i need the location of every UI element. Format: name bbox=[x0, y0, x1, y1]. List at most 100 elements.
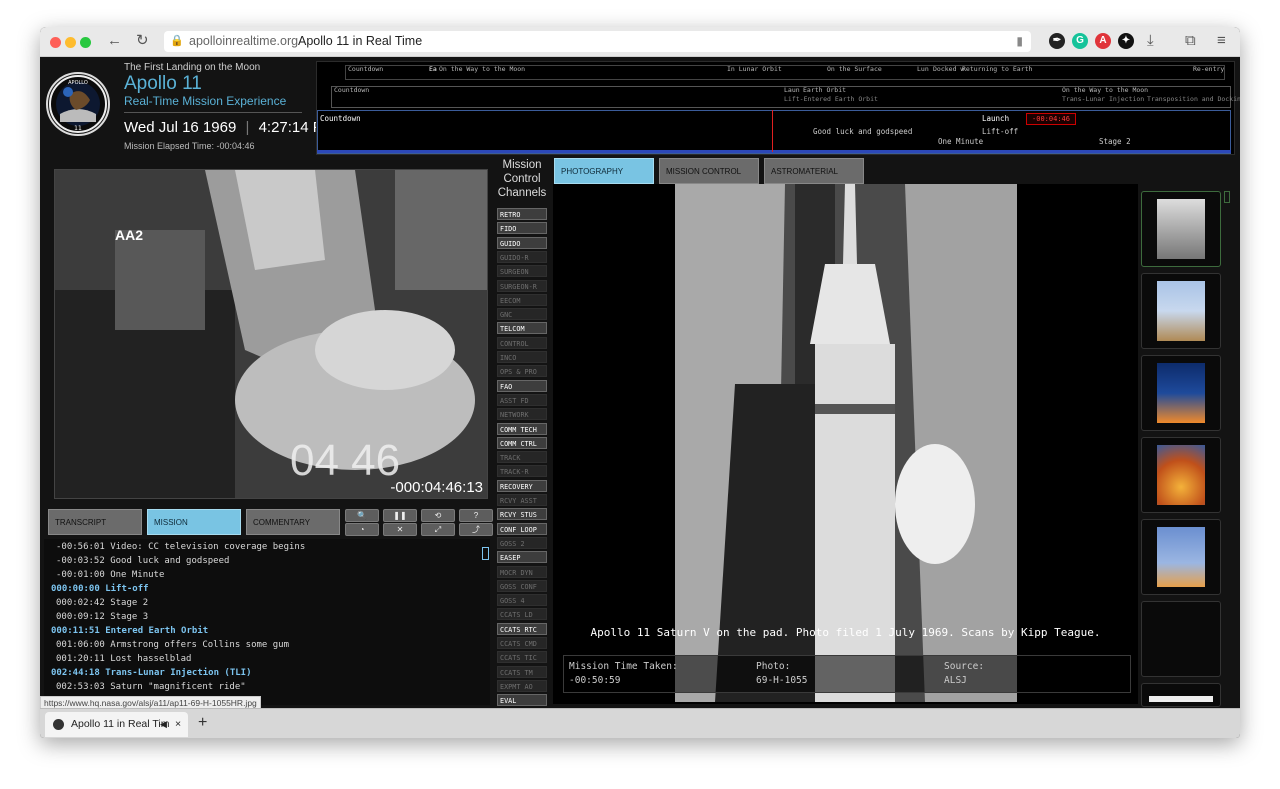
thumbnail-scrollbar[interactable] bbox=[1224, 191, 1230, 203]
channel-ccats-cmd[interactable]: CCATS CMD bbox=[497, 637, 547, 649]
tab-mission-control-audio[interactable]: MISSION CONTROL AUDIO bbox=[659, 158, 759, 202]
browser-tab[interactable]: Apollo 11 in Real Tim ◀ × bbox=[45, 712, 188, 737]
close-tab-icon[interactable]: × bbox=[175, 712, 181, 737]
channel-ops-pro[interactable]: OPS & PRO bbox=[497, 365, 547, 378]
channel-ccats-rtc[interactable]: CCATS RTC bbox=[497, 622, 547, 635]
channel-network[interactable]: NETWORK bbox=[497, 408, 547, 421]
channel-control[interactable]: CONTROL bbox=[497, 336, 547, 349]
event-label[interactable]: Stage 2 bbox=[1099, 137, 1131, 146]
event-label[interactable]: Lift-off bbox=[982, 127, 1018, 136]
back-icon[interactable]: ← bbox=[107, 32, 122, 50]
adblock-icon[interactable]: A bbox=[1095, 33, 1111, 49]
channel-gnc[interactable]: GNC bbox=[497, 308, 547, 321]
channel-fao[interactable]: FAO bbox=[497, 379, 547, 392]
channel-retro[interactable]: RETRO bbox=[497, 208, 547, 220]
download-icon[interactable]: ⤓ bbox=[1147, 32, 1154, 50]
event-item[interactable]: -00:03:52 Good luck and godspeed bbox=[56, 556, 229, 566]
tab-transcript[interactable]: TRANSCRIPT bbox=[48, 509, 142, 535]
channel-ccats-tic[interactable]: CCATS TIC bbox=[497, 651, 547, 664]
channel-surgeon[interactable]: SURGEON bbox=[497, 265, 547, 278]
grammarly-icon[interactable]: G bbox=[1072, 33, 1088, 49]
timeline-detail-row[interactable] bbox=[317, 110, 1231, 154]
channel-expmt-ao[interactable]: EXPMT AO bbox=[497, 679, 547, 692]
channel-mocr-dyn[interactable]: MOCR DYN bbox=[497, 565, 547, 578]
new-tab-icon[interactable]: + bbox=[198, 714, 207, 732]
channel-surgeon-r[interactable]: SURGEON-R bbox=[497, 279, 547, 292]
zoom-window-button[interactable] bbox=[80, 37, 91, 48]
mute-icon[interactable]: ✕ bbox=[383, 523, 417, 536]
minimize-window-button[interactable] bbox=[65, 37, 76, 48]
event-item[interactable]: -00:56:01 Video: CC television coverage … bbox=[56, 542, 305, 552]
channel-eval[interactable]: EVAL bbox=[497, 694, 547, 707]
channel-rcvy-stus[interactable]: RCVY STUS bbox=[497, 508, 547, 521]
milestones-list[interactable]: -00:56:01 Video: CC television coverage … bbox=[44, 539, 490, 705]
channel-rcvy-asst[interactable]: RCVY ASST bbox=[497, 494, 547, 506]
tab-astromaterial-samples[interactable]: ASTROMATERIAL SAMPLES bbox=[764, 158, 864, 202]
event-item[interactable]: 000:02:42 Stage 2 bbox=[56, 598, 148, 608]
mission-timeline[interactable]: Countdown Ea On the Way to the Moon In L… bbox=[316, 61, 1240, 155]
tab-commentary[interactable]: COMMENTARY bbox=[246, 509, 340, 535]
saturn-v-photo[interactable] bbox=[675, 184, 1017, 702]
channel-eecom[interactable]: EECOM bbox=[497, 293, 547, 306]
thumbnail[interactable] bbox=[1141, 683, 1221, 707]
channel-fido[interactable]: FIDO bbox=[497, 222, 547, 235]
share-window-icon[interactable]: ⧉ bbox=[1185, 32, 1196, 50]
channel-ccats-tm[interactable]: CCATS TM bbox=[497, 665, 547, 678]
menu-icon[interactable]: ≡ bbox=[1217, 32, 1226, 50]
event-item[interactable]: -00:01:00 One Minute bbox=[56, 570, 164, 580]
bookmark-icon[interactable]: ▮ bbox=[1016, 31, 1023, 52]
event-item[interactable]: 001:20:11 Lost hasselblad bbox=[56, 654, 191, 664]
milestone-item[interactable]: 000:11:51 Entered Earth Orbit bbox=[51, 626, 208, 636]
share-icon[interactable]: ⤴ bbox=[459, 523, 493, 536]
milestone-item[interactable]: 002:44:18 Trans-Lunar Injection (TLI) bbox=[51, 668, 252, 678]
audio-icon[interactable]: ◀ bbox=[160, 712, 167, 737]
extension-bird-icon[interactable]: ✦ bbox=[1118, 33, 1134, 49]
history-icon[interactable]: ⟲ bbox=[421, 509, 455, 522]
event-label[interactable]: Good luck and godspeed bbox=[813, 127, 912, 136]
tab-mission-milestones[interactable]: MISSION MILESTONES bbox=[147, 509, 241, 553]
help-icon[interactable]: ? bbox=[459, 509, 493, 522]
channel-guido-r[interactable]: GUIDO-R bbox=[497, 250, 547, 263]
video-player[interactable]: AA2 04 46 -000:04:46:13 bbox=[54, 169, 488, 499]
channel-asst-fd[interactable]: ASST FD bbox=[497, 393, 547, 406]
channel-goss-4[interactable]: GOSS 4 bbox=[497, 594, 547, 607]
scrollbar[interactable] bbox=[482, 547, 489, 560]
video-tag: AA2 bbox=[115, 227, 143, 243]
event-item[interactable]: 000:09:12 Stage 3 bbox=[56, 612, 148, 622]
thumbnail[interactable] bbox=[1141, 355, 1221, 431]
channel-guido[interactable]: GUIDO bbox=[497, 236, 547, 249]
search-icon[interactable]: 🔍 bbox=[345, 509, 379, 522]
channel-inco[interactable]: INCO bbox=[497, 351, 547, 363]
event-label[interactable]: One Minute bbox=[938, 137, 983, 146]
reload-icon[interactable]: ↻ bbox=[136, 32, 149, 50]
thumbnail[interactable] bbox=[1141, 437, 1221, 513]
channel-recovery[interactable]: RECOVERY bbox=[497, 479, 547, 492]
event-time: 001:20:11 bbox=[56, 654, 105, 664]
close-window-button[interactable] bbox=[50, 37, 61, 48]
speed-icon[interactable]: ◔ bbox=[345, 523, 379, 536]
event-item[interactable]: 002:53:03 Saturn "magnificent ride" bbox=[56, 682, 246, 692]
channel-comm-tech[interactable]: COMM TECH bbox=[497, 422, 547, 435]
photo-viewer[interactable]: Apollo 11 Saturn V on the pad. Photo fil… bbox=[553, 184, 1138, 704]
playhead[interactable] bbox=[772, 110, 773, 152]
channel-goss-conf[interactable]: GOSS CONF bbox=[497, 579, 547, 592]
channel-goss-2[interactable]: GOSS 2 bbox=[497, 536, 547, 549]
channel-track-r[interactable]: TRACK-R bbox=[497, 465, 547, 478]
thumbnail[interactable] bbox=[1141, 519, 1221, 595]
address-bar[interactable]: 🔒 apolloinrealtime.org Apollo 11 in Real… bbox=[164, 31, 1031, 52]
channel-conf-loop[interactable]: CONF LOOP bbox=[497, 522, 547, 535]
extension-icon[interactable]: ✒ bbox=[1049, 33, 1065, 49]
thumbnail[interactable] bbox=[1141, 191, 1221, 267]
event-item[interactable]: 001:06:00 Armstrong offers Collins some … bbox=[56, 640, 289, 650]
channel-telcom[interactable]: TELCOM bbox=[497, 322, 547, 335]
thumbnail[interactable] bbox=[1141, 601, 1221, 677]
tab-photography[interactable]: PHOTOGRAPHY bbox=[554, 158, 654, 184]
fullscreen-icon[interactable]: ⤢ bbox=[421, 523, 455, 536]
channel-track[interactable]: TRACK bbox=[497, 451, 547, 464]
channel-easep[interactable]: EASEP bbox=[497, 551, 547, 564]
channel-comm-ctrl[interactable]: COMM CTRL bbox=[497, 436, 547, 449]
pause-icon[interactable]: ❚❚ bbox=[383, 509, 417, 522]
milestone-item[interactable]: 000:00:00 Lift-off bbox=[51, 584, 149, 594]
thumbnail[interactable] bbox=[1141, 273, 1221, 349]
channel-ccats-ld[interactable]: CCATS LD bbox=[497, 608, 547, 621]
